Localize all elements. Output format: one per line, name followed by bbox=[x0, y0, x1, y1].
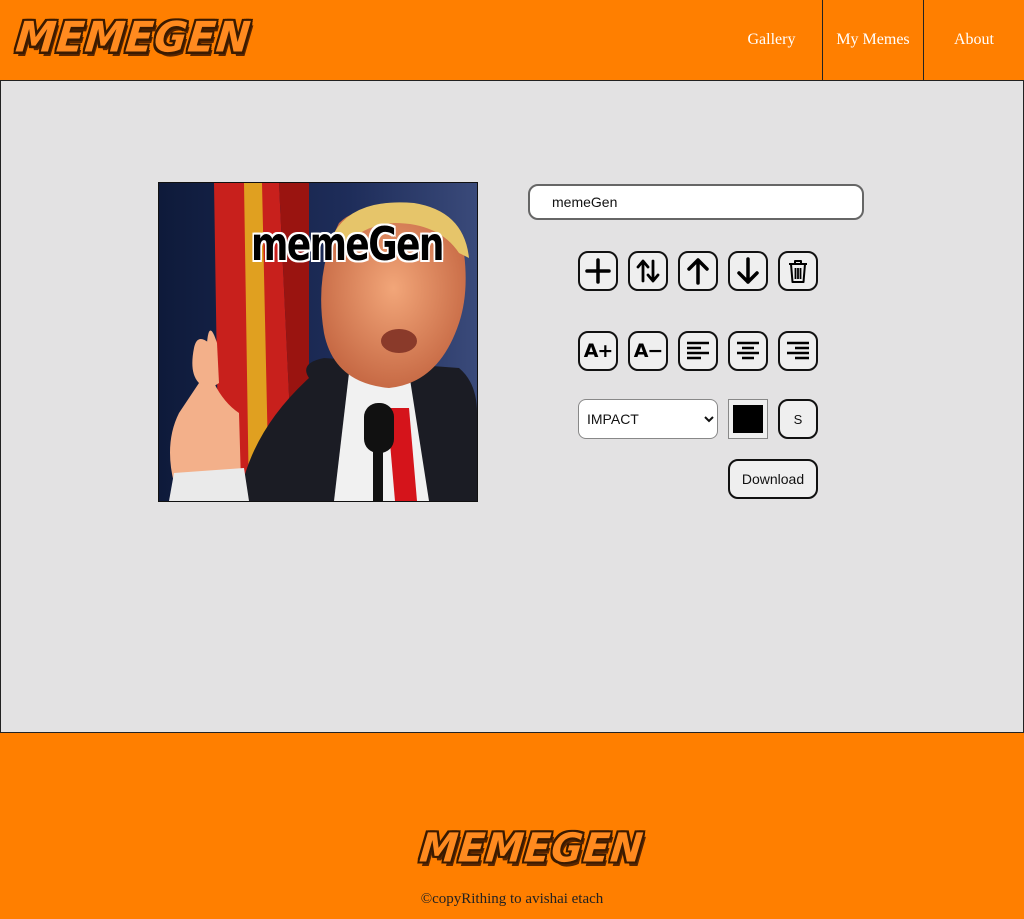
swap-vertical-icon bbox=[636, 259, 660, 283]
arrow-up-icon bbox=[687, 258, 709, 285]
add-line-button[interactable] bbox=[578, 251, 618, 291]
align-center-button[interactable] bbox=[728, 331, 768, 371]
copyright-text: ©copyRithing to avishai etach bbox=[420, 891, 604, 907]
color-picker[interactable] bbox=[728, 399, 768, 439]
font-increase-icon: A+ bbox=[583, 340, 614, 362]
align-left-icon bbox=[687, 341, 709, 360]
move-down-button[interactable] bbox=[728, 251, 768, 291]
meme-canvas[interactable]: memeGen bbox=[158, 182, 478, 502]
delete-line-button[interactable] bbox=[778, 251, 818, 291]
decrease-font-button[interactable]: A− bbox=[628, 331, 668, 371]
trash-icon bbox=[789, 260, 807, 283]
meme-text-input[interactable] bbox=[528, 184, 864, 220]
increase-font-button[interactable]: A+ bbox=[578, 331, 618, 371]
site-footer: MEMEGEN ©copyRithing to avishai etach bbox=[0, 733, 1024, 919]
align-right-button[interactable] bbox=[778, 331, 818, 371]
switch-line-button[interactable] bbox=[628, 251, 668, 291]
download-button[interactable]: Download bbox=[728, 459, 818, 499]
nav-my-memes[interactable]: My Memes bbox=[822, 0, 924, 80]
nav-about[interactable]: About bbox=[924, 0, 1024, 80]
meme-caption: memeGen bbox=[251, 217, 444, 271]
arrow-down-icon bbox=[737, 257, 759, 284]
footer-logo: MEMEGEN bbox=[417, 824, 646, 872]
site-header: MEMEGEN Gallery My Memes About bbox=[0, 0, 1024, 80]
align-right-icon bbox=[787, 341, 809, 360]
font-select[interactable]: IMPACT bbox=[578, 399, 718, 439]
font-decrease-icon: A− bbox=[633, 340, 664, 362]
align-left-button[interactable] bbox=[678, 331, 718, 371]
move-up-button[interactable] bbox=[678, 251, 718, 291]
align-center-icon bbox=[737, 341, 759, 360]
nav-gallery[interactable]: Gallery bbox=[721, 0, 822, 80]
main-nav: Gallery My Memes About bbox=[721, 0, 1024, 80]
plus-icon bbox=[585, 258, 611, 284]
editor-main: memeGen A+ A− bbox=[0, 80, 1024, 733]
stroke-button[interactable]: S bbox=[778, 399, 818, 439]
memegen-logo[interactable]: MEMEGEN bbox=[13, 13, 253, 63]
color-swatch bbox=[733, 405, 763, 433]
